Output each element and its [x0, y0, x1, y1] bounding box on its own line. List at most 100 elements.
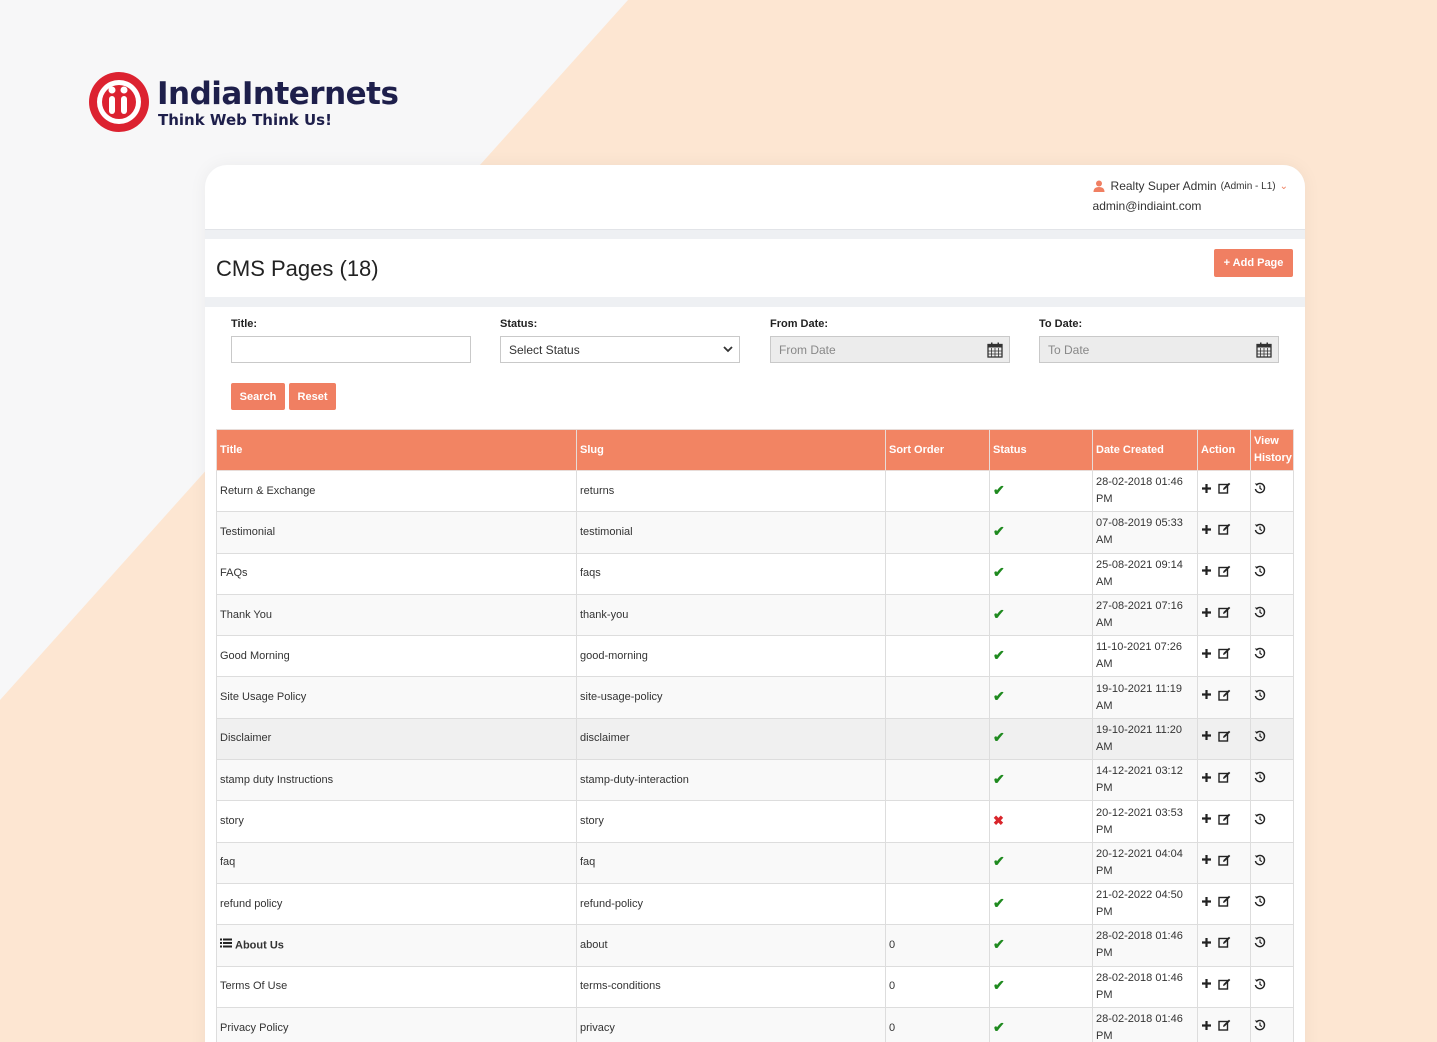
add-icon[interactable] — [1201, 896, 1212, 913]
history-icon[interactable] — [1254, 854, 1266, 872]
add-icon[interactable] — [1201, 524, 1212, 541]
edit-icon[interactable] — [1218, 565, 1231, 583]
status-cell[interactable]: ✔ — [989, 759, 1093, 802]
date-created-cell: 14-12-2021 03:12 PM — [1092, 759, 1198, 802]
column-header[interactable]: Status — [989, 429, 1093, 471]
status-cell[interactable]: ✔ — [989, 593, 1093, 637]
sort-order-cell — [885, 759, 990, 802]
status-select[interactable]: Select Status — [500, 336, 740, 363]
status-cell[interactable]: ✔ — [989, 965, 1093, 1008]
search-button[interactable]: Search — [231, 383, 285, 410]
status-cell[interactable]: ✔ — [989, 841, 1093, 884]
history-cell — [1250, 717, 1294, 761]
history-icon[interactable] — [1254, 730, 1266, 748]
history-icon[interactable] — [1254, 606, 1266, 624]
column-header[interactable]: Date Created — [1092, 429, 1198, 471]
date-created-cell: 27-08-2021 07:16 AM — [1092, 593, 1198, 637]
status-cell[interactable]: ✔ — [989, 469, 1093, 513]
slug-cell: disclaimer — [576, 717, 886, 761]
column-header[interactable]: Title — [216, 429, 577, 471]
content-panel: Title: Status: Select Status From Date: … — [205, 307, 1305, 1042]
status-cell[interactable]: ✖ — [989, 800, 1093, 843]
history-cell — [1250, 469, 1294, 513]
title-cell: Terms Of Use — [216, 965, 577, 1008]
add-page-button[interactable]: + Add Page — [1214, 249, 1293, 277]
filter-from-date: From Date: From Date — [770, 318, 1010, 363]
user-role: (Admin - L1) — [1220, 180, 1276, 192]
history-icon[interactable] — [1254, 895, 1266, 913]
add-icon[interactable] — [1201, 730, 1212, 747]
edit-icon[interactable] — [1218, 936, 1231, 954]
edit-icon[interactable] — [1218, 523, 1231, 541]
status-cell[interactable]: ✔ — [989, 635, 1093, 678]
title-cell: Testimonial — [216, 511, 577, 554]
title-input[interactable] — [231, 336, 471, 363]
sort-order-cell — [885, 717, 990, 761]
add-icon[interactable] — [1201, 772, 1212, 789]
add-icon[interactable] — [1201, 1020, 1212, 1037]
column-header[interactable]: Slug — [576, 429, 886, 471]
edit-icon[interactable] — [1218, 730, 1231, 748]
date-created-cell: 19-10-2021 11:19 AM — [1092, 676, 1198, 719]
edit-icon[interactable] — [1218, 1019, 1231, 1037]
status-cell[interactable]: ✔ — [989, 1006, 1093, 1042]
table-row: Site Usage Policy site-usage-policy ✔ 19-10… — [216, 676, 1294, 719]
add-icon[interactable] — [1201, 607, 1212, 624]
user-email: admin@indiaint.com — [1092, 199, 1202, 213]
add-icon[interactable] — [1201, 565, 1212, 582]
history-icon[interactable] — [1254, 771, 1266, 789]
calendar-icon[interactable] — [1256, 342, 1272, 358]
history-icon[interactable] — [1254, 647, 1266, 665]
status-select-value: Select Status — [509, 342, 580, 357]
status-cell[interactable]: ✔ — [989, 924, 1093, 967]
brand-logo: IndiaInternets Think Web Think Us! — [89, 72, 399, 132]
edit-icon[interactable] — [1218, 895, 1231, 913]
table-row: stamp duty Instructions stamp-duty-intera… — [216, 759, 1294, 802]
history-icon[interactable] — [1254, 978, 1266, 996]
edit-icon[interactable] — [1218, 771, 1231, 789]
title-cell: refund policy — [216, 882, 577, 926]
reset-button[interactable]: Reset — [289, 383, 336, 410]
add-icon[interactable] — [1201, 483, 1212, 500]
edit-icon[interactable] — [1218, 647, 1231, 665]
sort-order-cell — [885, 841, 990, 884]
status-cell[interactable]: ✔ — [989, 882, 1093, 926]
history-icon[interactable] — [1254, 565, 1266, 583]
edit-icon[interactable] — [1218, 813, 1231, 831]
date-created-cell: 20-12-2021 04:04 PM — [1092, 841, 1198, 884]
history-icon[interactable] — [1254, 523, 1266, 541]
date-created-cell: 25-08-2021 09:14 AM — [1092, 552, 1198, 595]
edit-icon[interactable] — [1218, 482, 1231, 500]
history-icon[interactable] — [1254, 482, 1266, 500]
history-icon[interactable] — [1254, 813, 1266, 831]
to-date-placeholder: To Date — [1048, 342, 1090, 357]
add-icon[interactable] — [1201, 648, 1212, 665]
date-created-cell: 19-10-2021 11:20 AM — [1092, 717, 1198, 761]
edit-icon[interactable] — [1218, 978, 1231, 996]
add-icon[interactable] — [1201, 854, 1212, 871]
status-cell[interactable]: ✔ — [989, 552, 1093, 595]
status-cell[interactable]: ✔ — [989, 717, 1093, 761]
action-cell — [1197, 759, 1251, 802]
edit-icon[interactable] — [1218, 606, 1231, 624]
user-menu[interactable]: Realty Super Admin (Admin - L1) ⌄ admin@… — [1093, 179, 1288, 213]
date-created-cell: 28-02-2018 01:46 PM — [1092, 1006, 1198, 1042]
history-icon[interactable] — [1254, 689, 1266, 707]
to-date-input[interactable]: To Date — [1039, 336, 1279, 363]
history-icon[interactable] — [1254, 1019, 1266, 1037]
column-header[interactable]: Sort Order — [885, 429, 990, 471]
admin-panel: Realty Super Admin (Admin - L1) ⌄ admin@… — [205, 165, 1305, 1042]
add-icon[interactable] — [1201, 813, 1212, 830]
add-icon[interactable] — [1201, 978, 1212, 995]
status-cell[interactable]: ✔ — [989, 676, 1093, 719]
edit-icon[interactable] — [1218, 689, 1231, 707]
edit-icon[interactable] — [1218, 854, 1231, 872]
history-icon[interactable] — [1254, 936, 1266, 954]
add-icon[interactable] — [1201, 937, 1212, 954]
status-cell[interactable]: ✔ — [989, 511, 1093, 554]
chevron-down-icon[interactable]: ⌄ — [1280, 181, 1288, 192]
history-cell — [1250, 511, 1294, 554]
calendar-icon[interactable] — [987, 342, 1003, 358]
from-date-input[interactable]: From Date — [770, 336, 1010, 363]
add-icon[interactable] — [1201, 689, 1212, 706]
